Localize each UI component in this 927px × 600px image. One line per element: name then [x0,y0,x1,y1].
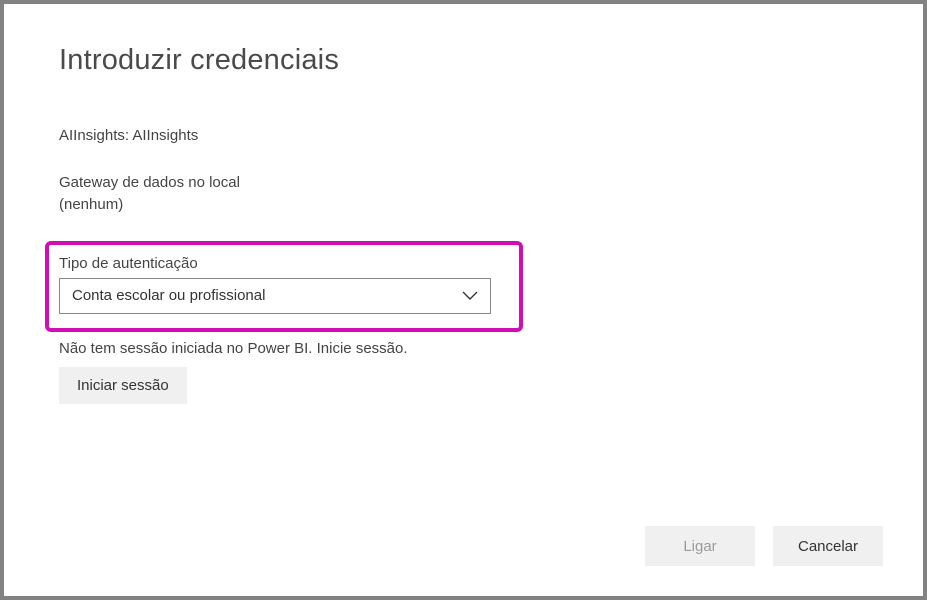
auth-type-highlight: Tipo de autenticação Conta escolar ou pr… [45,241,523,332]
dialog-title: Introduzir credenciais [59,44,868,77]
chevron-down-icon [462,291,478,301]
gateway-label: Gateway de dados no local [59,172,868,195]
credentials-dialog: Introduzir credenciais AIInsights: AIIns… [4,4,923,596]
auth-type-select[interactable]: Conta escolar ou profissional [59,278,491,314]
auth-type-label: Tipo de autenticação [59,255,509,272]
signin-button[interactable]: Iniciar sessão [59,367,187,404]
datasource-info: AIInsights: AIInsights [59,125,868,148]
signin-status: Não tem sessão iniciada no Power BI. Ini… [59,340,868,357]
auth-type-value: Conta escolar ou profissional [72,287,265,304]
gateway-value: (nenhum) [59,194,868,217]
dialog-footer: Ligar Cancelar [645,526,883,566]
connect-button[interactable]: Ligar [645,526,755,566]
datasource-line: AIInsights: AIInsights [59,125,868,148]
cancel-button[interactable]: Cancelar [773,526,883,566]
gateway-info: Gateway de dados no local (nenhum) [59,172,868,217]
